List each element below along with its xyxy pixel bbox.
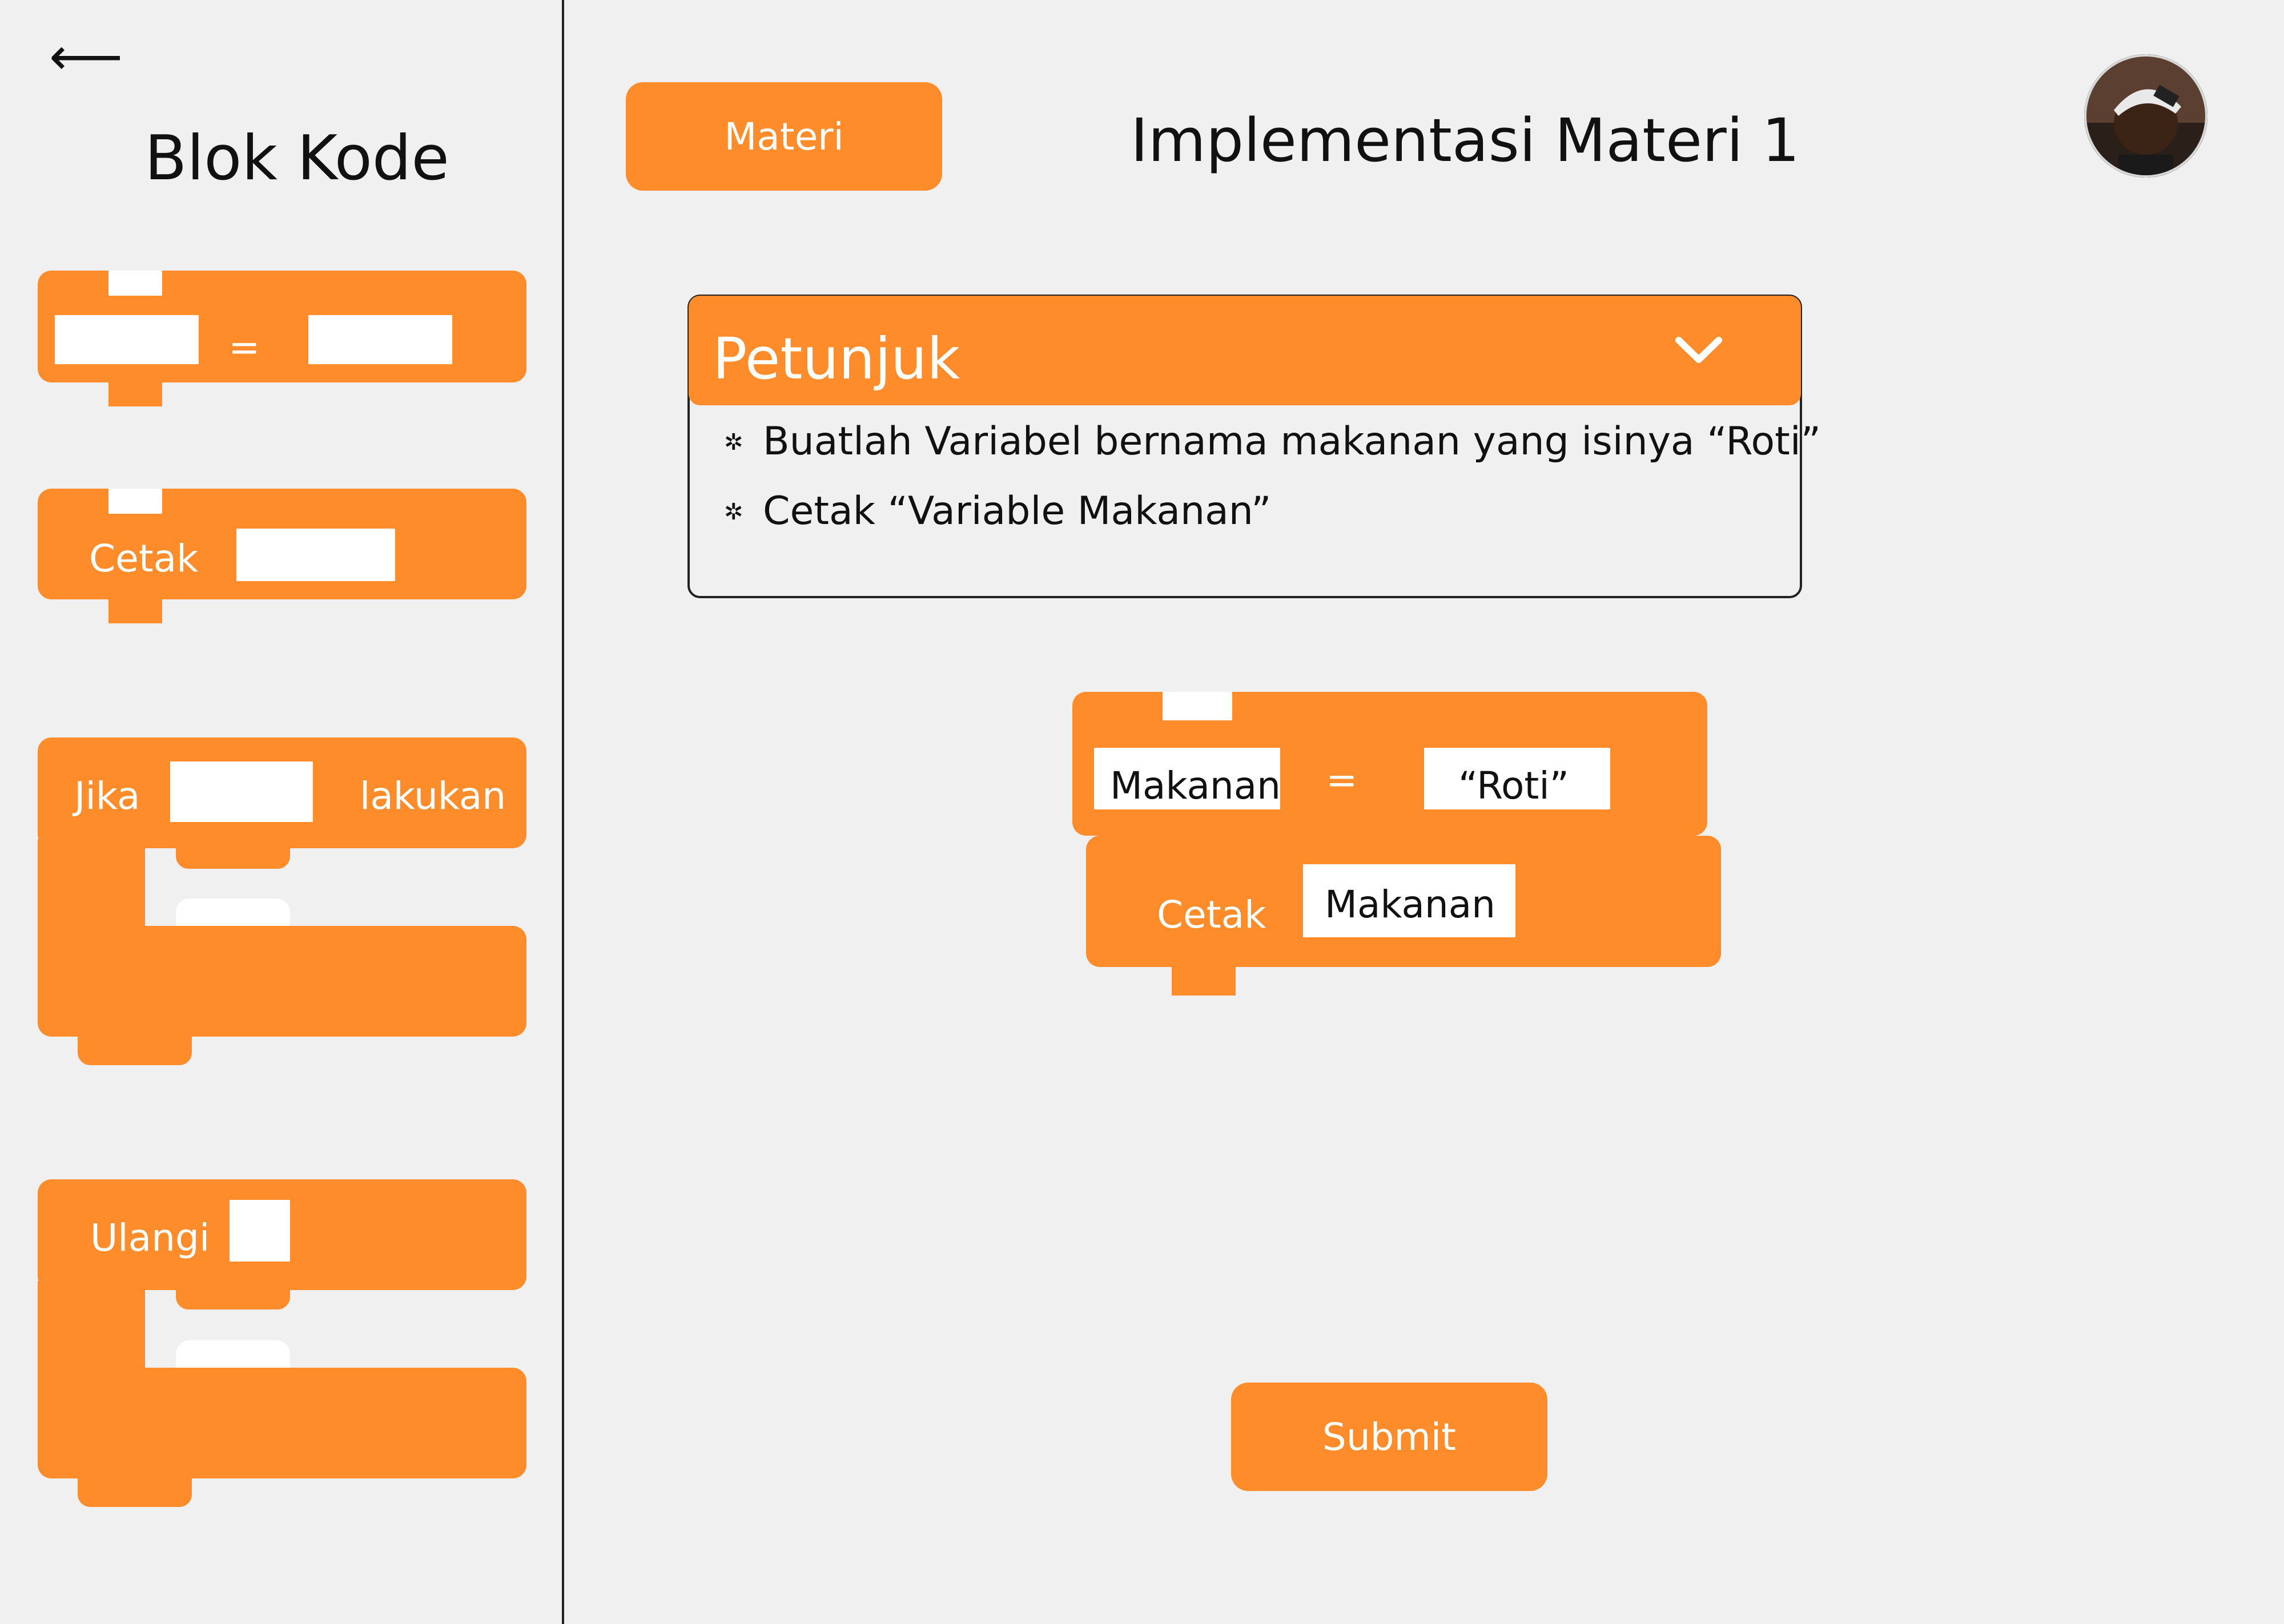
hint-item: Cetak “Variable Makanan” bbox=[763, 489, 1272, 534]
bullet-icon: ✲ bbox=[724, 429, 743, 456]
submit-button[interactable]: Submit bbox=[1231, 1383, 1547, 1491]
materi-button[interactable]: Materi bbox=[626, 82, 942, 191]
loop-block-arm bbox=[38, 1281, 145, 1378]
sidebar-title: Blok Kode bbox=[144, 123, 449, 194]
print-value-slot[interactable] bbox=[236, 529, 395, 581]
block-notch-bottom bbox=[108, 381, 162, 406]
if-condition-slot[interactable] bbox=[170, 761, 313, 822]
block-notch-bottom bbox=[1172, 965, 1236, 996]
print-value-text: Makanan bbox=[1325, 882, 1495, 926]
if-block-footer bbox=[38, 926, 526, 1037]
if-block-label: Jika bbox=[74, 774, 140, 818]
assign-variable-value: Makanan bbox=[1110, 764, 1281, 808]
hint-item: Buatlah Variabel bernama makanan yang is… bbox=[763, 419, 1821, 464]
assign-value-slot[interactable] bbox=[308, 315, 452, 364]
loop-block-footer bbox=[38, 1368, 526, 1478]
block-notch bbox=[176, 1286, 290, 1309]
loop-count-slot[interactable] bbox=[230, 1200, 290, 1262]
assign-operator: = bbox=[228, 325, 260, 369]
sidebar-divider bbox=[562, 0, 564, 1624]
assign-operator: = bbox=[1326, 758, 1358, 802]
assign-value-text: “Roti” bbox=[1458, 764, 1569, 808]
block-notch-top bbox=[108, 489, 162, 514]
back-arrow-icon[interactable]: ⟵ bbox=[49, 31, 123, 83]
block-notch-top bbox=[108, 271, 162, 296]
block-notch bbox=[176, 845, 290, 869]
block-notch-bottom bbox=[78, 1027, 192, 1065]
block-notch-bottom bbox=[108, 598, 162, 623]
chevron-down-icon[interactable] bbox=[1673, 324, 1724, 376]
user-avatar[interactable] bbox=[2084, 54, 2207, 178]
block-notch-bottom bbox=[78, 1469, 192, 1507]
bullet-icon: ✲ bbox=[724, 499, 743, 525]
print-block-label: Cetak bbox=[89, 537, 199, 581]
avatar-image bbox=[2084, 54, 2207, 178]
if-action-label: lakukan bbox=[360, 774, 506, 818]
block-notch-top bbox=[1163, 692, 1232, 720]
loop-block-label: Ulangi bbox=[90, 1216, 210, 1260]
page-title: Implementasi Materi 1 bbox=[1131, 106, 1800, 175]
print-block-label: Cetak bbox=[1157, 893, 1266, 937]
hint-title: Petunjuk bbox=[713, 325, 960, 392]
assign-variable-slot[interactable] bbox=[55, 315, 199, 364]
if-block-arm bbox=[38, 839, 145, 936]
